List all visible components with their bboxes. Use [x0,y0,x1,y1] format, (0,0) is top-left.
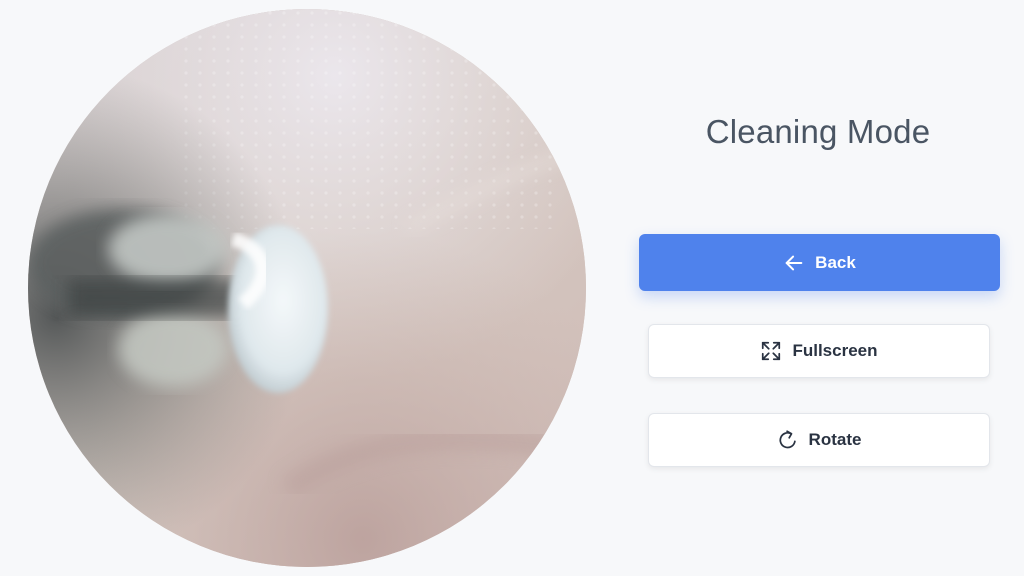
back-button-label: Back [815,252,856,272]
page-title: Cleaning Mode [705,113,931,150]
fullscreen-button-label: Fullscreen [792,341,878,360]
back-button[interactable]: Back [639,234,1000,291]
cleaning-mode-screen: Cleaning Mode Back Fullscreen Rotate [0,0,1024,576]
expand-arrows-icon [760,340,782,362]
rotate-button[interactable]: Rotate [648,413,990,467]
camera-feed-image [28,9,586,567]
fullscreen-button[interactable]: Fullscreen [648,324,990,378]
rotate-button-label: Rotate [808,430,862,449]
arrow-left-icon [783,252,805,274]
camera-feed [28,9,586,567]
rotate-icon [777,429,799,451]
